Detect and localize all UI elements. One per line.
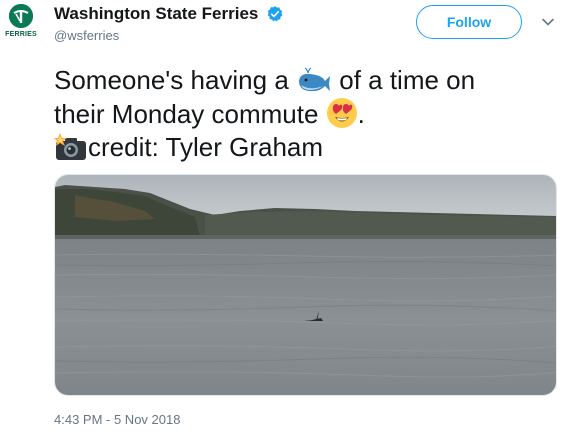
ferries-logo-icon [9, 4, 33, 28]
tweet-line-3: credit: Tyler Graham [54, 131, 564, 164]
tweet-card: FERRIES Washington State Ferries @wsferr… [0, 0, 579, 434]
camera-flash-emoji-icon [54, 133, 86, 160]
avatar[interactable]: FERRIES [4, 4, 38, 42]
verified-badge-icon [267, 6, 283, 22]
tweet-text-segment: . [357, 99, 365, 129]
tweet-text: Someone's having a of a time on their Mo… [54, 64, 564, 164]
tweet-line-2: their Monday commute . [54, 97, 564, 131]
logo-wordmark: FERRIES [5, 31, 37, 38]
account-name-block[interactable]: Washington State Ferries [54, 4, 284, 24]
tweet-photo[interactable] [54, 174, 557, 396]
whale-emoji-icon [299, 67, 331, 92]
account-handle[interactable]: @wsferries [54, 28, 119, 43]
follow-button[interactable]: Follow [416, 5, 522, 39]
tweet-line-1: Someone's having a of a time on [54, 64, 564, 97]
display-name[interactable]: Washington State Ferries [54, 4, 258, 24]
tweet-text-segment: credit: Tyler Graham [88, 132, 324, 162]
heart-eyes-emoji-icon [326, 98, 357, 128]
tweet-text-segment: of a time on [332, 65, 476, 95]
tweet-text-segment: their Monday commute [54, 99, 326, 129]
chevron-down-icon[interactable] [540, 14, 556, 30]
tweet-text-segment: Someone's having a [54, 65, 297, 95]
tweet-timestamp[interactable]: 4:43 PM - 5 Nov 2018 [54, 412, 180, 427]
